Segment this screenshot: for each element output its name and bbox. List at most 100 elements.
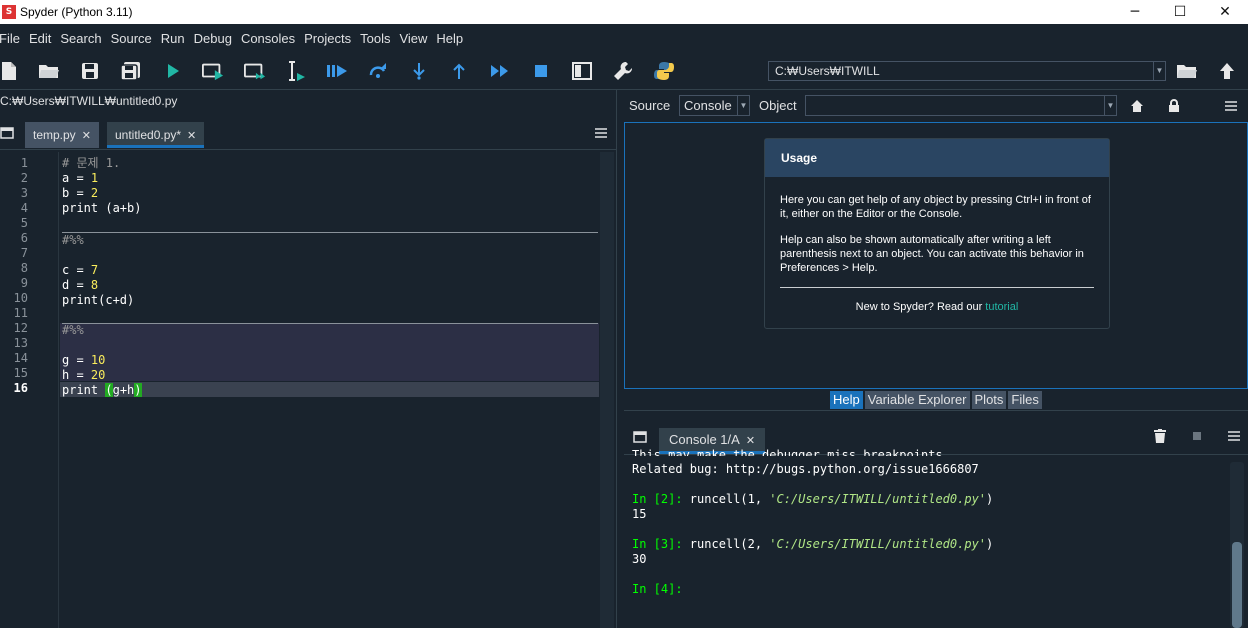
editor-scrollbar[interactable] xyxy=(600,152,614,628)
tutorial-link[interactable]: tutorial xyxy=(985,301,1018,313)
pane-tabs: Help Variable Explorer Plots Files xyxy=(830,391,1044,409)
tab-untitled0-py[interactable]: untitled0.py* ✕ xyxy=(107,122,205,148)
help-content: Usage Here you can get help of any objec… xyxy=(624,122,1248,389)
line-number: 1 xyxy=(20,156,28,170)
tab-label: temp.py xyxy=(33,128,76,142)
source-value: Console xyxy=(684,98,732,113)
run-cell-advance-icon[interactable] xyxy=(244,60,266,82)
parent-directory-icon[interactable] xyxy=(1216,60,1238,82)
code-editor[interactable]: # 문제 1. a = 1 b = 2 print (a+b) #%% c = … xyxy=(58,152,600,628)
menu-projects[interactable]: Projects xyxy=(304,31,351,46)
line-number: 7 xyxy=(20,246,28,260)
close-icon[interactable]: ✕ xyxy=(187,130,196,142)
console-code-end: ) xyxy=(986,537,994,551)
tab-label: untitled0.py* xyxy=(115,128,182,142)
tab-variable-explorer[interactable]: Variable Explorer xyxy=(864,391,970,409)
menu-edit[interactable]: Edit xyxy=(29,31,51,46)
object-input[interactable]: ▼ xyxy=(805,95,1117,116)
chevron-down-icon: ▼ xyxy=(1104,96,1116,115)
code-line: #%% xyxy=(62,233,84,247)
new-file-icon[interactable] xyxy=(0,60,20,82)
debug-continue-icon[interactable] xyxy=(489,60,511,82)
menu-search[interactable]: Search xyxy=(60,31,101,46)
minimize-button[interactable]: ─ xyxy=(1112,0,1158,24)
browse-directory-icon[interactable] xyxy=(1176,60,1198,82)
close-icon[interactable]: ✕ xyxy=(82,130,91,142)
code-line: a = 1 xyxy=(62,171,99,185)
menu-run[interactable]: Run xyxy=(161,31,185,46)
code-line: #%% xyxy=(62,323,84,337)
debug-step-return-icon[interactable] xyxy=(448,60,470,82)
maximize-pane-icon[interactable] xyxy=(571,60,593,82)
home-icon[interactable] xyxy=(1126,95,1148,117)
line-number: 11 xyxy=(13,306,28,320)
preferences-wrench-icon[interactable] xyxy=(612,60,634,82)
editor-options-menu-icon[interactable] xyxy=(590,122,612,144)
debug-step-over-icon[interactable] xyxy=(367,60,389,82)
chevron-down-icon[interactable]: ▼ xyxy=(1153,62,1165,80)
interrupt-stop-icon[interactable] xyxy=(1186,425,1208,447)
line-number: 3 xyxy=(20,186,28,200)
ipython-console[interactable]: This may make the debugger miss breakpoi… xyxy=(624,448,1248,628)
console-input-line: In [3]: runcell(2, 'C:/Users/ITWILL/unti… xyxy=(632,537,993,552)
python-path-icon[interactable] xyxy=(653,60,675,82)
browse-tabs-icon[interactable] xyxy=(0,122,18,144)
tab-plots[interactable]: Plots xyxy=(971,391,1007,409)
console-input-line: In [2]: runcell(1, 'C:/Users/ITWILL/unti… xyxy=(632,492,993,507)
tab-files[interactable]: Files xyxy=(1008,391,1042,409)
menu-tools[interactable]: Tools xyxy=(360,31,390,46)
source-label: Source xyxy=(629,98,671,113)
menu-view[interactable]: View xyxy=(399,31,427,46)
code-line: d = 8 xyxy=(62,278,99,292)
code-line: b = 2 xyxy=(62,186,99,200)
menu-help[interactable]: Help xyxy=(436,31,463,46)
menu-consoles[interactable]: Consoles xyxy=(241,31,295,46)
save-all-icon[interactable] xyxy=(120,60,142,82)
tab-temp-py[interactable]: temp.py ✕ xyxy=(25,122,99,148)
save-icon[interactable] xyxy=(79,60,101,82)
lock-icon[interactable] xyxy=(1163,95,1185,117)
open-file-icon[interactable] xyxy=(38,60,60,82)
menu-bar: File Edit Search Source Run Debug Consol… xyxy=(0,24,1248,52)
help-options-menu-icon[interactable] xyxy=(1220,95,1242,117)
code-line: print (a+b) xyxy=(62,201,142,215)
debug-step-into-icon[interactable] xyxy=(408,60,430,82)
menu-source[interactable]: Source xyxy=(111,31,152,46)
run-selection-icon[interactable] xyxy=(285,60,307,82)
line-number: 2 xyxy=(20,171,28,185)
browse-tabs-icon[interactable] xyxy=(629,426,651,448)
code-line: # 문제 1. xyxy=(62,156,121,170)
run-cell-icon[interactable] xyxy=(202,60,224,82)
line-number: 5 xyxy=(20,216,28,230)
tab-help[interactable]: Help xyxy=(830,391,863,409)
horizontal-splitter[interactable] xyxy=(624,410,1248,420)
close-icon[interactable]: ✕ xyxy=(746,435,755,447)
spyder-icon: S xyxy=(2,5,16,19)
close-button[interactable]: ✕ xyxy=(1202,0,1248,24)
usage-divider xyxy=(780,287,1094,288)
code-line: c = 7 xyxy=(62,263,99,277)
usage-footer: New to Spyder? Read our tutorial xyxy=(780,300,1094,314)
console-prompt: In [3]: xyxy=(632,537,690,551)
console-scrollbar[interactable] xyxy=(1230,462,1244,628)
usage-paragraph-1: Here you can get help of any object by p… xyxy=(780,194,1091,220)
debug-file-icon[interactable] xyxy=(326,60,348,82)
source-combo[interactable]: Console ▼ xyxy=(679,95,750,116)
current-cell-highlight xyxy=(60,323,599,381)
maximize-button[interactable]: ☐ xyxy=(1157,0,1203,24)
line-number: 14 xyxy=(13,351,28,365)
code-line: print(c+d) xyxy=(62,293,135,307)
window-title: Spyder (Python 3.11) xyxy=(20,5,133,19)
console-code-end: ) xyxy=(986,492,994,506)
pane-splitter[interactable] xyxy=(616,90,624,628)
debug-stop-icon[interactable] xyxy=(530,60,552,82)
console-prompt: In [4]: xyxy=(632,582,690,596)
run-icon[interactable] xyxy=(162,60,184,82)
line-number: 9 xyxy=(20,276,28,290)
scrollbar-thumb[interactable] xyxy=(1232,542,1242,628)
menu-file[interactable]: File xyxy=(0,31,20,46)
menu-debug[interactable]: Debug xyxy=(194,31,232,46)
working-directory-combo[interactable]: C:₩Users₩ITWILL ▼ xyxy=(768,61,1166,81)
trash-icon[interactable] xyxy=(1149,425,1171,447)
console-options-menu-icon[interactable] xyxy=(1223,425,1245,447)
